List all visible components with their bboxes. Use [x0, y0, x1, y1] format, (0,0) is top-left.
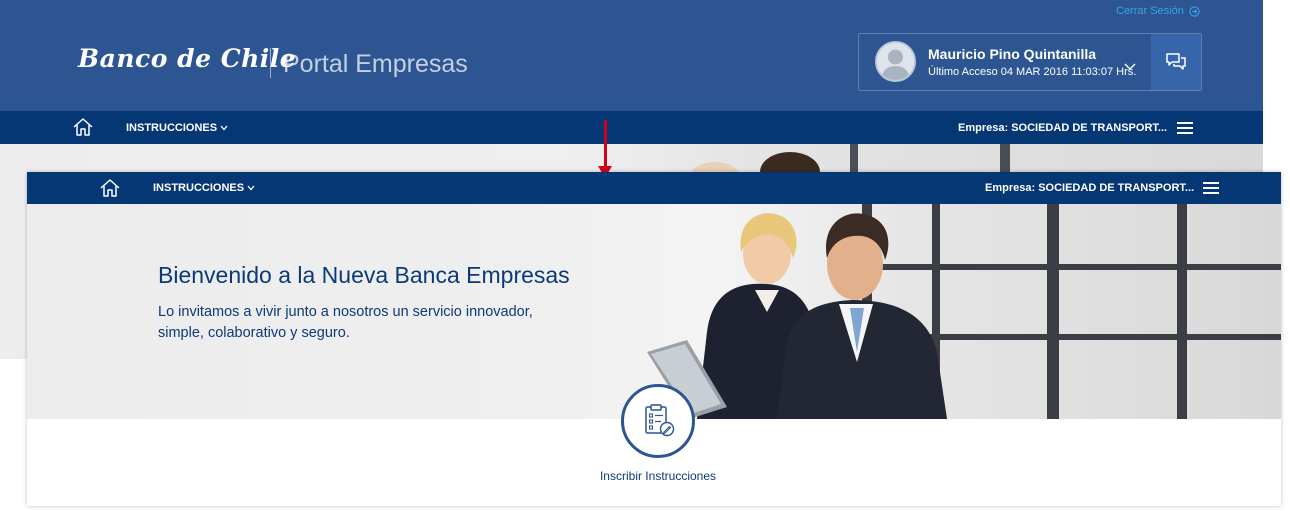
chat-button[interactable]: [1151, 34, 1201, 90]
user-name: Mauricio Pino Quintanilla: [928, 46, 1097, 62]
logout-icon: [1189, 5, 1200, 17]
home-icon[interactable]: [99, 178, 121, 198]
avatar: [875, 41, 916, 82]
hero-text: Lo invitamos a vivir junto a nosotros un…: [158, 304, 533, 341]
window-frame: [1047, 204, 1059, 419]
hero-title: Bienvenido a la Nueva Banca Empresas: [158, 262, 570, 288]
main-nav: INSTRUCCIONES Empresa: SOCIEDAD DE TRANS…: [0, 111, 1263, 144]
logout-label: Cerrar Sesión: [1116, 5, 1184, 17]
company-value: SOCIEDAD DE TRANSPORT...: [1011, 122, 1168, 134]
instrucciones-label: INSTRUCCIONES: [153, 182, 245, 194]
user-silhouette-icon: [877, 43, 914, 80]
chevron-down-icon[interactable]: [1124, 61, 1136, 71]
background-window-frame: [1000, 144, 1010, 172]
instrucciones-label: INSTRUCCIONES: [126, 122, 218, 134]
company-selector[interactable]: Empresa: SOCIEDAD DE TRANSPORT...: [958, 122, 1167, 134]
clipboard-edit-icon: [645, 404, 675, 437]
bank-logo[interactable]: Banco de Chile: [78, 44, 296, 73]
portal-title: Portal Empresas: [283, 50, 468, 78]
new-portal-card: INSTRUCCIONES Empresa: SOCIEDAD DE TRANS…: [27, 172, 1281, 506]
card-nav: INSTRUCCIONES Empresa: SOCIEDAD DE TRANS…: [27, 172, 1281, 204]
annotation-arrow: [604, 120, 607, 170]
inscribir-instrucciones-button[interactable]: [621, 384, 695, 458]
user-panel[interactable]: Mauricio Pino Quintanilla Último Acceso …: [858, 33, 1202, 91]
company-label: Empresa:: [958, 122, 1009, 134]
inscribir-instrucciones-label[interactable]: Inscribir Instrucciones: [598, 469, 718, 484]
last-access: Último Acceso 04 MAR 2016 11:03:07 Hrs.: [928, 66, 1137, 78]
company-selector[interactable]: Empresa: SOCIEDAD DE TRANSPORT...: [985, 182, 1194, 194]
company-label: Empresa:: [985, 182, 1036, 194]
background-window-frame: [850, 144, 858, 172]
brand-divider: [270, 48, 271, 78]
home-icon[interactable]: [72, 117, 94, 137]
instrucciones-menu[interactable]: INSTRUCCIONES: [153, 182, 255, 194]
window-frame: [1177, 204, 1187, 419]
chevron-down-icon: [247, 185, 255, 191]
page: Cerrar Sesión Banco de Chile Portal Empr…: [0, 0, 1290, 511]
hamburger-menu-icon[interactable]: [1177, 122, 1193, 134]
chat-icon: [1166, 53, 1186, 70]
instrucciones-menu[interactable]: INSTRUCCIONES: [126, 122, 228, 134]
hamburger-menu-icon[interactable]: [1203, 182, 1219, 194]
logout-link[interactable]: Cerrar Sesión: [1116, 5, 1200, 17]
chevron-down-icon: [220, 125, 228, 131]
company-value: SOCIEDAD DE TRANSPORT...: [1038, 182, 1195, 194]
